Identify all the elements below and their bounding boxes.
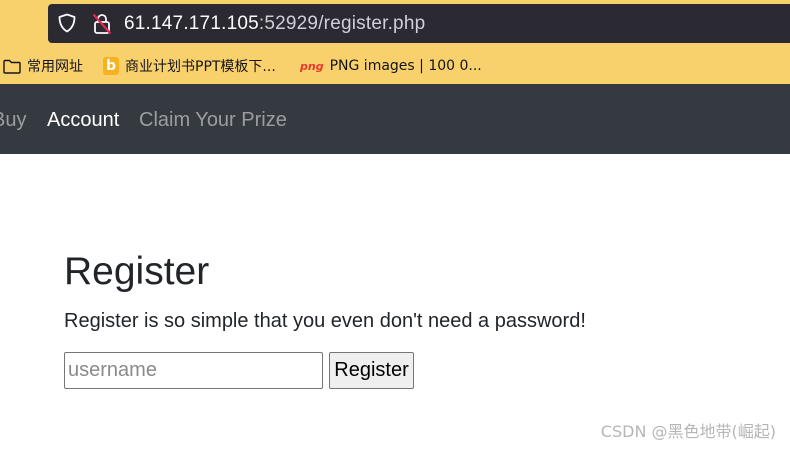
site-navbar: Buy Account Claim Your Prize [0, 84, 790, 154]
address-bar[interactable]: 61.147.171.105:52929/register.php [48, 4, 790, 43]
bookmark-png-images[interactable]: png PNG images | 100 0... [300, 55, 482, 77]
bookmark-business-plan[interactable]: b 商业计划书PPT模板下... [103, 55, 276, 77]
username-input[interactable] [64, 352, 323, 389]
shield-icon[interactable] [57, 13, 77, 33]
page-description: Register is so simple that you even don'… [64, 310, 586, 332]
bookmark-folder[interactable]: 常用网址 [3, 55, 83, 77]
folder-icon [3, 59, 21, 74]
bookmarks-bar: 常用网址 b 商业计划书PPT模板下... png PNG images | 1… [0, 50, 790, 82]
url-host: 61.147.171.105 [124, 13, 259, 34]
bookmark-label: PNG images | 100 0... [329, 58, 482, 74]
bookmark-label: 常用网址 [27, 59, 83, 75]
browser-chrome: 61.147.171.105:52929/register.php 常用网址 b… [0, 0, 790, 84]
png-favicon-icon: png [300, 59, 324, 73]
register-button[interactable]: Register [329, 352, 414, 389]
nav-item-claim-prize[interactable]: Claim Your Prize [139, 108, 287, 132]
nav-item-buy[interactable]: Buy [0, 108, 26, 132]
insecure-lock-icon[interactable] [92, 13, 112, 35]
url-path: :52929/register.php [258, 13, 426, 34]
bookmark-label: 商业计划书PPT模板下... [125, 59, 276, 75]
watermark: CSDN @黑色地带(崛起) [600, 422, 776, 441]
nav-item-account[interactable]: Account [47, 108, 119, 132]
page-title: Register [64, 250, 210, 293]
url-text[interactable]: 61.147.171.105:52929/register.php [124, 12, 425, 36]
b-favicon-icon: b [103, 57, 119, 75]
